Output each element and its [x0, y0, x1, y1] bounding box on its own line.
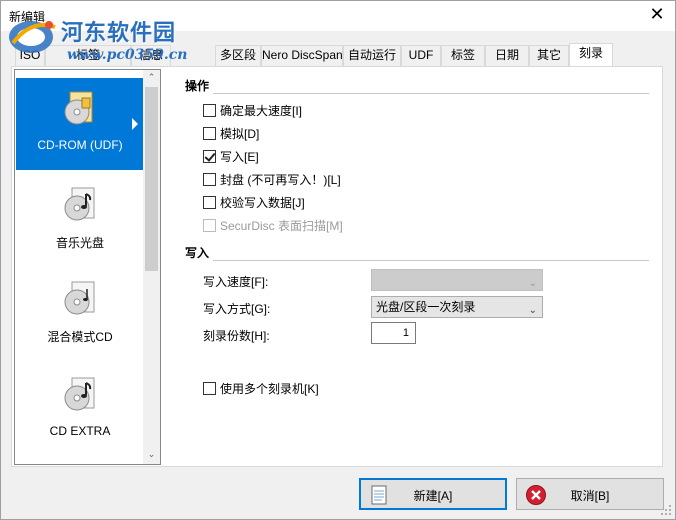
copies-label: 刻录份数[H]:: [203, 329, 270, 343]
list-item-label: 音乐光盘: [55, 236, 104, 250]
title-bar: 新编辑 ✕: [1, 1, 675, 31]
scroll-down-arrow-icon[interactable]: ⌄: [143, 447, 160, 464]
scroll-thumb[interactable]: [145, 87, 158, 271]
write-method-label: 写入方式[G]:: [203, 302, 271, 316]
option-simulate[interactable]: 模拟[D]: [203, 125, 259, 141]
new-compilation-dialog: 新编辑 ✕ ISO 标签 信息 多区段 Nero DiscSpan 自动运行 U…: [0, 0, 676, 520]
dropdown-caret-icon: ⌄: [528, 278, 537, 289]
operations-title: 操作: [185, 79, 210, 93]
selected-arrow-icon: [132, 118, 138, 130]
option-write[interactable]: 写入[E]: [203, 148, 259, 164]
checkbox[interactable]: [203, 103, 216, 117]
option-label: 模拟[D]: [220, 126, 260, 141]
window-title: 新编辑: [9, 10, 46, 24]
resize-grip-icon[interactable]: [660, 504, 672, 516]
option-determine-max-speed[interactable]: 确定最大速度[I]: [203, 102, 302, 118]
list-item-music-disc[interactable]: 音乐光盘: [16, 174, 144, 266]
dropdown-caret-icon: ⌄: [528, 305, 537, 316]
option-use-multiple-recorders[interactable]: 使用多个刻录机[K]: [203, 380, 319, 396]
tab-other[interactable]: 其它: [529, 45, 569, 66]
option-label: 使用多个刻录机[K]: [220, 381, 319, 396]
operations-divider: [213, 93, 649, 94]
tab-udf[interactable]: UDF: [401, 45, 441, 66]
write-method-select[interactable]: 光盘/区段一次刻录 ⌄: [371, 296, 543, 318]
checkbox: [203, 218, 216, 232]
checkbox[interactable]: [203, 172, 216, 186]
cancel-button-label: 取消[B]: [570, 489, 610, 503]
select-value: 光盘/区段一次刻录: [376, 300, 476, 314]
scroll-up-arrow-icon[interactable]: ⌃: [143, 70, 160, 87]
tab-strip: ISO 标签 信息 多区段 Nero DiscSpan 自动运行 UDF 标签 …: [1, 43, 676, 67]
cancel-button[interactable]: 取消[B]: [516, 478, 664, 510]
list-item-cd-extra[interactable]: CD EXTRA: [16, 364, 144, 456]
write-speed-select: ⌄: [371, 269, 543, 291]
list-item-mixed-mode-cd[interactable]: 混合模式CD: [16, 268, 144, 360]
close-button[interactable]: ✕: [645, 4, 669, 28]
list-item-label: 混合模式CD: [47, 330, 113, 344]
music-disc-icon: [64, 187, 95, 221]
write-speed-label: 写入速度[F]:: [203, 275, 269, 289]
tab-label-1[interactable]: 标签: [45, 45, 131, 66]
option-securdisc-surface-scan: SecurDisc 表面扫描[M]: [203, 217, 343, 233]
cd-rom-udf-icon: [64, 91, 93, 125]
checkbox[interactable]: [203, 126, 216, 140]
option-finalize-disc[interactable]: 封盘 (不可再写入！)[L]: [203, 171, 341, 187]
checkbox[interactable]: [203, 381, 216, 395]
tab-nero-discspan[interactable]: Nero DiscSpan: [261, 45, 343, 66]
write-title: 写入: [185, 246, 210, 260]
list-item-label: CD-ROM (UDF): [37, 138, 123, 152]
new-button[interactable]: 新建[A]: [359, 478, 507, 510]
tab-burn[interactable]: 刻录: [569, 43, 613, 67]
tab-multisession[interactable]: 多区段: [215, 45, 261, 66]
tab-autorun[interactable]: 自动运行: [343, 45, 401, 66]
tab-info[interactable]: 信息: [131, 45, 171, 66]
option-label: 确定最大速度[I]: [220, 103, 303, 118]
option-verify-written-data[interactable]: 校验写入数据[J]: [203, 194, 305, 210]
tab-label-2[interactable]: 标签: [441, 45, 485, 66]
tab-date[interactable]: 日期: [485, 45, 529, 66]
tab-iso[interactable]: ISO: [15, 45, 45, 66]
option-label: SecurDisc 表面扫描[M]: [220, 218, 343, 233]
copies-input[interactable]: 1: [371, 322, 416, 344]
mixed-mode-cd-icon: [64, 281, 95, 315]
disc-type-list[interactable]: CD-ROM (UDF) 音乐光盘 混合模式CD CD EXTRA ⌃ ⌄: [14, 69, 161, 465]
cd-extra-icon: [64, 377, 95, 411]
list-item-cd-rom-udf[interactable]: CD-ROM (UDF): [16, 78, 144, 170]
option-label: 校验写入数据[J]: [220, 195, 305, 210]
checkbox[interactable]: [203, 195, 216, 209]
write-divider: [213, 260, 649, 261]
option-label: 封盘 (不可再写入！)[L]: [220, 172, 341, 187]
checkbox[interactable]: [203, 149, 216, 163]
new-button-label: 新建[A]: [413, 489, 453, 503]
list-item-label: CD EXTRA: [49, 424, 111, 438]
option-label: 写入[E]: [220, 149, 259, 164]
list-scrollbar[interactable]: ⌃ ⌄: [143, 70, 160, 464]
